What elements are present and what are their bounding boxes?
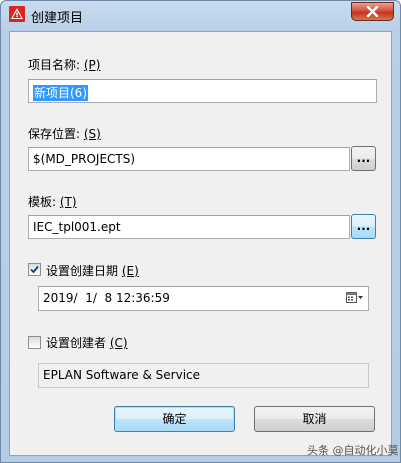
template-input[interactable]: IEC_tpl001.ept	[28, 215, 350, 239]
template-label: 模板: (T)	[28, 193, 77, 210]
creation-date-label-text: 设置创建日期	[46, 264, 119, 278]
creation-date-checkbox[interactable]	[28, 263, 41, 276]
dialog-body: 项目名称: (P) 新项目(6) 保存位置: (S) $(MD_PROJECTS…	[9, 31, 392, 456]
save-location-accel: (S)	[83, 127, 101, 141]
close-button[interactable]	[351, 2, 394, 21]
template-value: IEC_tpl001.ept	[33, 220, 121, 234]
project-name-accel: (P)	[83, 58, 101, 72]
save-location-input[interactable]: $(MD_PROJECTS)	[28, 147, 350, 171]
window-title: 创建项目	[31, 11, 84, 26]
project-name-label: 项目名称: (P)	[28, 56, 100, 73]
eplan-warning-icon	[9, 6, 25, 22]
calendar-dropdown-icon[interactable]	[346, 292, 364, 307]
creation-date-value: 2019/ 1/ 8 12:36:59	[43, 291, 170, 305]
template-accel: (T)	[59, 195, 77, 209]
template-label-text: 模板:	[28, 195, 57, 209]
creation-date-accel: (E)	[121, 264, 139, 278]
cancel-button[interactable]: 取消	[254, 406, 375, 432]
project-name-label-text: 项目名称:	[28, 58, 81, 72]
creator-checkbox[interactable]	[28, 336, 41, 349]
creator-label[interactable]: 设置创建者 (C)	[46, 334, 128, 351]
save-location-browse-button[interactable]: ...	[351, 146, 376, 171]
creator-input[interactable]: EPLAN Software & Service	[38, 363, 369, 388]
title-bar[interactable]: 创建项目	[1, 1, 400, 31]
creator-label-text: 设置创建者	[46, 336, 107, 350]
project-name-input[interactable]: 新项目(6)	[28, 79, 377, 103]
watermark-text: 头条 @自动化小莫	[307, 444, 399, 457]
template-browse-button[interactable]: ...	[351, 214, 376, 239]
create-project-dialog: 创建项目 项目名称: (P) 新项目(6) 保存位置: (S) $(MD_PRO…	[0, 0, 401, 463]
save-location-value: $(MD_PROJECTS)	[33, 152, 136, 166]
creation-date-label[interactable]: 设置创建日期 (E)	[46, 262, 139, 279]
creation-date-picker[interactable]: 2019/ 1/ 8 12:36:59	[38, 286, 369, 311]
project-name-value: 新项目(6)	[33, 85, 88, 101]
creator-accel: (C)	[109, 336, 128, 350]
save-location-label-text: 保存位置:	[28, 127, 81, 141]
checkmark-icon	[30, 265, 39, 274]
ok-button[interactable]: 确定	[114, 406, 235, 432]
creator-value: EPLAN Software & Service	[43, 368, 201, 382]
save-location-label: 保存位置: (S)	[28, 125, 101, 142]
close-icon	[366, 6, 379, 17]
